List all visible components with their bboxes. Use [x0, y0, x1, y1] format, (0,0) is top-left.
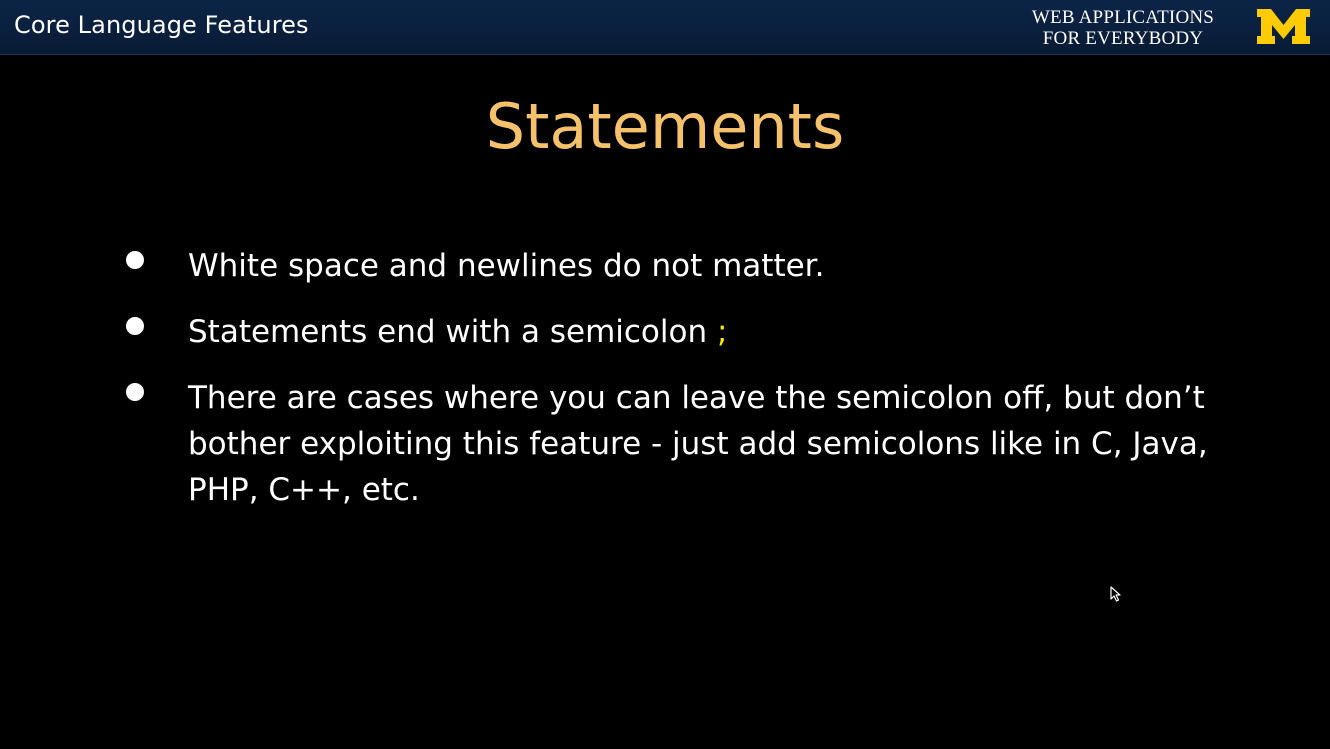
header-bar: Core Language Features WEB APPLICATIONS … [0, 0, 1330, 55]
mouse-pointer-icon [1110, 586, 1121, 602]
course-brand: WEB APPLICATIONS FOR EVERYBODY [1013, 7, 1233, 49]
bullet-text: Statements end with a semicolon [188, 314, 717, 350]
bullet-item: Statements end with a semicolon ; [124, 309, 1244, 355]
bullet-item: There are cases where you can leave the … [124, 375, 1244, 513]
course-brand-line-2: FOR EVERYBODY [1042, 28, 1204, 49]
bullet-item: White space and newlines do not matter. [124, 243, 1244, 289]
bullet-text: White space and newlines do not matter. [188, 248, 825, 284]
bullet-dot-icon [126, 317, 144, 335]
bullet-text: There are cases where you can leave the … [188, 380, 1208, 508]
bullet-list: White space and newlines do not matter. … [124, 243, 1244, 533]
section-title: Core Language Features [14, 11, 309, 39]
bullet-dot-icon [126, 251, 144, 269]
bullet-dot-icon [126, 383, 144, 401]
slide-title: Statements [485, 90, 845, 163]
semicolon-accent: ; [716, 314, 728, 350]
slide: Core Language Features WEB APPLICATIONS … [0, 0, 1330, 749]
course-brand-line-1: WEB APPLICATIONS [1031, 7, 1215, 28]
university-logo-icon [1257, 9, 1310, 44]
